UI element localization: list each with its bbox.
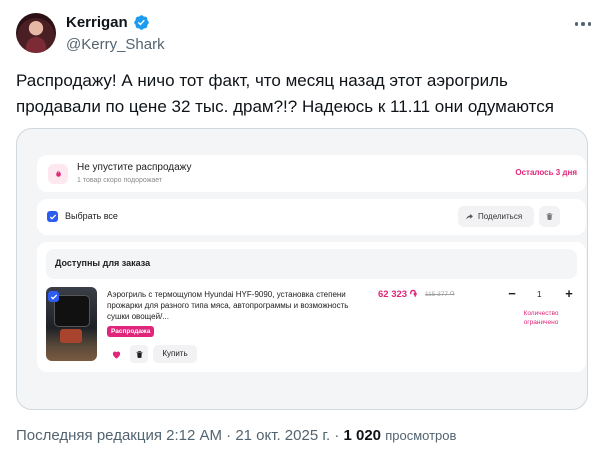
promo-title: Не упустите распродажу: [77, 162, 192, 173]
product-description[interactable]: Аэрогриль с термощупом Hyundai HYF-9090,…: [107, 289, 357, 322]
verified-badge-icon: [134, 15, 149, 30]
select-all-checkbox[interactable]: [47, 211, 58, 222]
display-name[interactable]: Kerrigan: [66, 14, 128, 31]
old-price: 115 377 ֏: [425, 291, 455, 298]
avatar[interactable]: [16, 13, 56, 53]
views-label: просмотров: [385, 428, 457, 443]
available-items-section: Доступны для заказа Аэрогриль с термощуп…: [37, 242, 586, 372]
current-price: 62 323 ֏: [378, 289, 417, 300]
quantity-value: 1: [537, 290, 542, 299]
edited-time[interactable]: Последняя редакция 2:12 AM: [16, 427, 222, 444]
heart-icon: [112, 351, 120, 359]
trash-icon: [546, 213, 553, 220]
trash-icon: [136, 350, 142, 358]
quantity-increase-button[interactable]: +: [562, 287, 576, 301]
quantity-decrease-button[interactable]: −: [505, 287, 519, 301]
select-all-label[interactable]: Выбрать все: [65, 211, 118, 221]
share-label: Поделиться: [478, 212, 523, 221]
remove-item-button[interactable]: [130, 345, 148, 363]
tweet-meta: Последняя редакция 2:12 AM · 21 окт. 202…: [16, 427, 456, 444]
user-handle[interactable]: @Kerry_Shark: [66, 36, 165, 53]
share-icon: [466, 213, 473, 220]
attached-screenshot[interactable]: Не упустите распродажу 1 товар скоро под…: [16, 128, 588, 410]
cart-toolbar: Выбрать все Поделиться: [37, 199, 586, 235]
section-title: Доступны для заказа: [55, 258, 151, 268]
more-options-icon[interactable]: [572, 16, 594, 32]
post-date[interactable]: 21 окт. 2025 г.: [235, 427, 330, 444]
section-header: Доступны для заказа: [46, 249, 577, 279]
delete-all-button[interactable]: [539, 206, 560, 227]
quantity-limit-note: Количество ограничено: [523, 310, 559, 326]
views-count: 1 020: [343, 427, 382, 444]
sale-tag: Распродажа: [107, 326, 155, 337]
tweet-text: Распродажу! А ничо тот факт, что месяц н…: [16, 71, 554, 116]
favorite-button[interactable]: [107, 345, 125, 363]
promo-time-left: Осталось 3 дня: [515, 168, 577, 177]
flame-icon: [48, 164, 68, 184]
meta-separator: ·: [226, 427, 236, 444]
share-button[interactable]: Поделиться: [458, 206, 534, 227]
item-checkbox[interactable]: [48, 291, 59, 302]
buy-button[interactable]: Купить: [153, 345, 197, 363]
promo-banner: Не упустите распродажу 1 товар скоро под…: [37, 155, 586, 192]
promo-subtitle: 1 товар скоро подорожает: [77, 177, 163, 184]
